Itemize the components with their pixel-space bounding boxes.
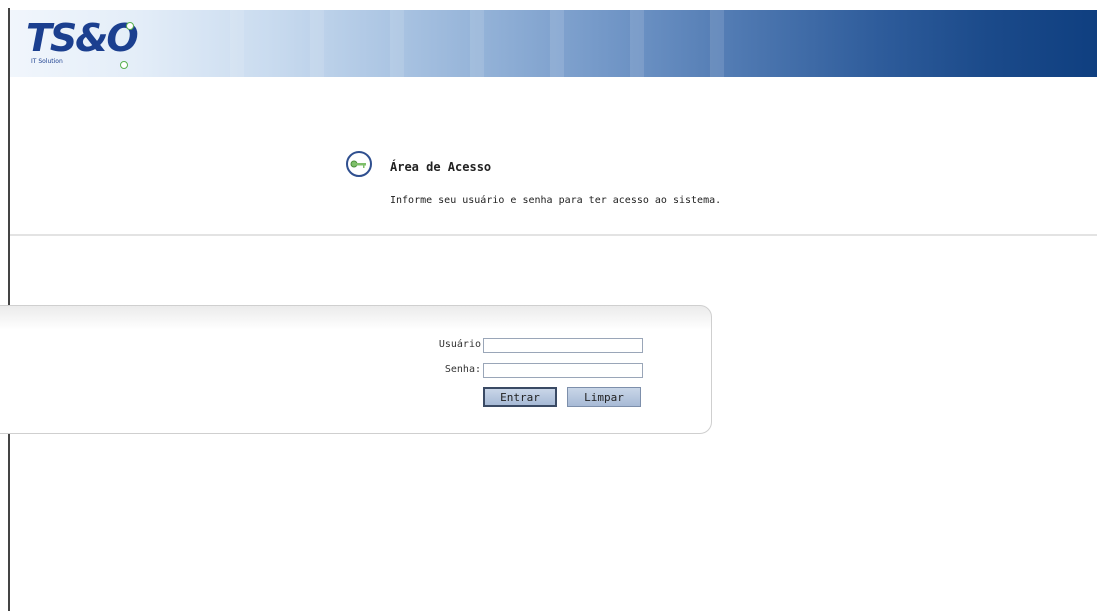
username-input[interactable] <box>483 338 643 353</box>
access-title: Área de Acesso <box>390 160 492 174</box>
banner-stripe <box>710 10 724 77</box>
section-divider <box>10 234 1097 236</box>
banner-stripe <box>630 10 644 77</box>
clear-button[interactable]: Limpar <box>567 387 641 407</box>
access-subtitle: Informe seu usuário e senha para ter ace… <box>390 195 722 206</box>
banner-stripe <box>230 10 244 77</box>
access-header: Área de Acesso Informe seu usuário e sen… <box>345 150 845 220</box>
key-icon <box>346 151 372 177</box>
header-banner: TS&O IT Solution <box>10 10 1097 77</box>
banner-stripe <box>550 10 564 77</box>
banner-stripe <box>310 10 324 77</box>
top-margin <box>0 0 1097 10</box>
company-logo: TS&O IT Solution <box>26 16 146 70</box>
password-label: Senha: <box>444 364 481 375</box>
logo-dot-icon <box>126 22 134 30</box>
login-page: TS&O IT Solution Área de Acesso Informe … <box>0 0 1097 611</box>
logo-dot-icon <box>120 61 128 69</box>
logo-text: TS&O <box>26 16 139 60</box>
username-label: Usuário <box>438 339 481 350</box>
logo-subtitle: IT Solution <box>31 58 63 65</box>
banner-stripe <box>390 10 404 77</box>
password-input[interactable] <box>483 363 643 378</box>
banner-stripe <box>470 10 484 77</box>
login-panel: Usuário Senha: Entrar Limpar <box>0 305 712 434</box>
submit-button[interactable]: Entrar <box>483 387 557 407</box>
